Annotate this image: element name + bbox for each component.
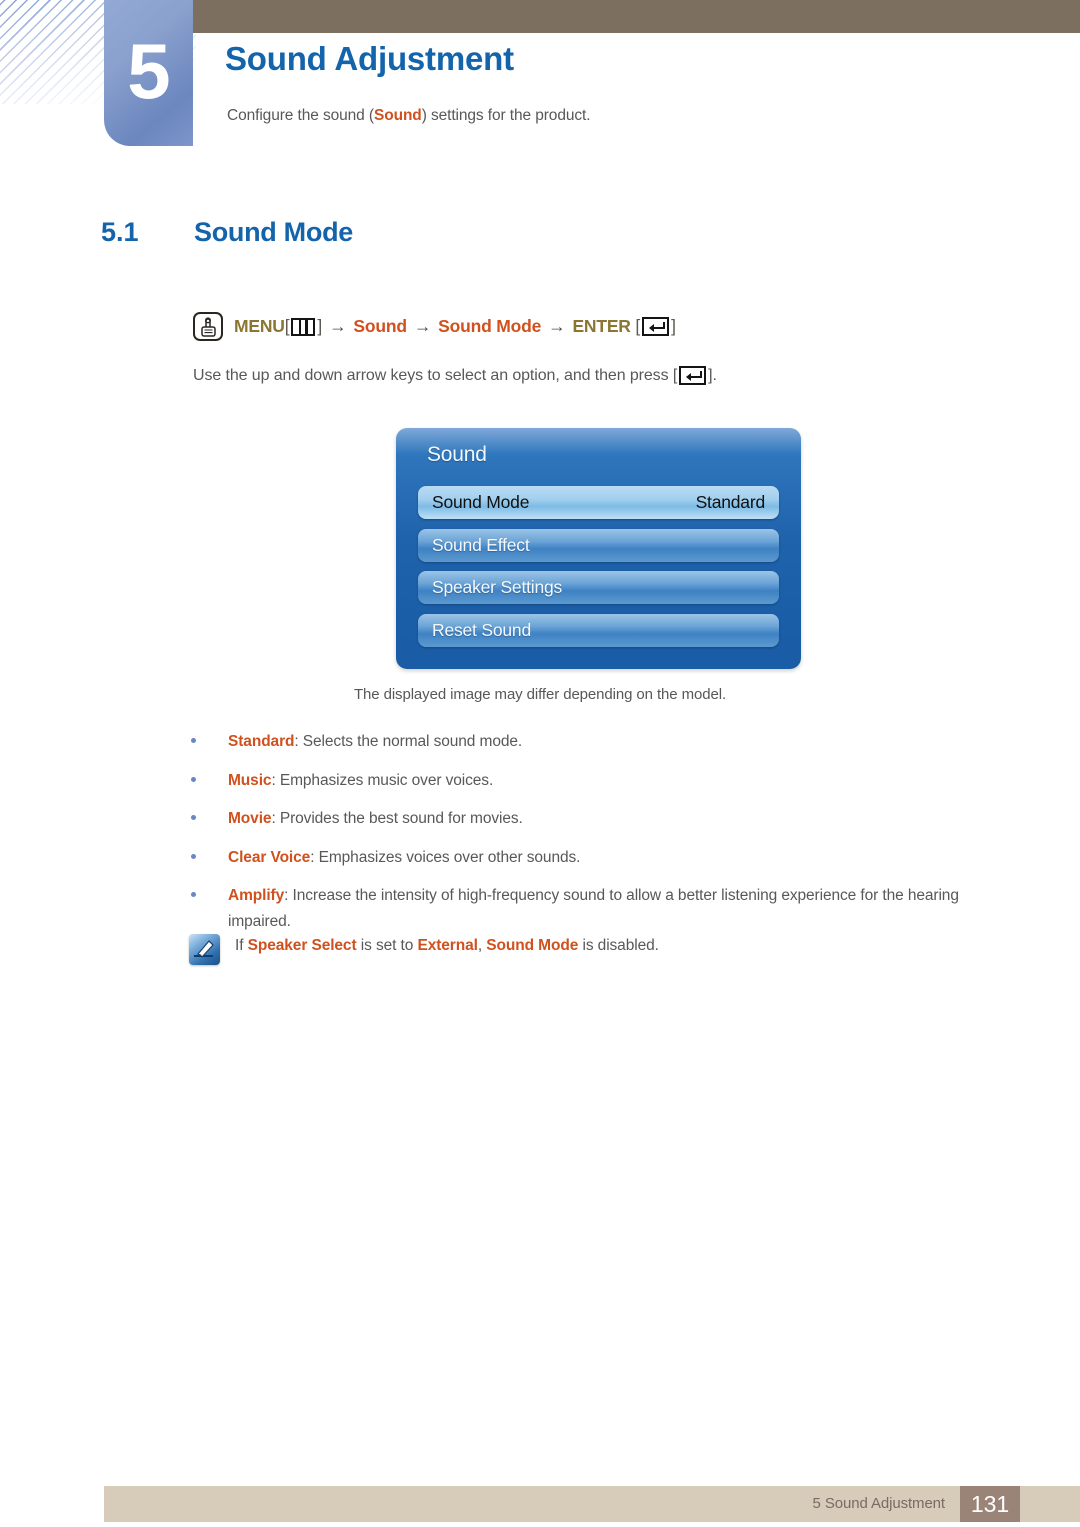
page-footer: 5 Sound Adjustment 131	[104, 1486, 1080, 1522]
chapter-number-block: 5	[104, 0, 193, 146]
chapter-subtitle-highlight: Sound	[373, 107, 422, 124]
instruction-text-after: ].	[708, 366, 717, 384]
path-step-sound: Sound	[353, 315, 407, 336]
bullet-desc: : Emphasizes music over voices.	[271, 771, 494, 789]
list-item: Standard: Selects the normal sound mode.	[191, 729, 1021, 755]
chapter-subtitle: Configure the sound (Sound) settings for…	[227, 107, 591, 125]
bullet-term: Movie	[228, 810, 272, 828]
bullet-term: Music	[228, 771, 272, 789]
header-brown-bar	[193, 0, 1080, 33]
menu-path-text: MENU[] → Sound → Sound Mode → ENTER [ ]	[234, 316, 676, 337]
list-item: Music: Emphasizes music over voices.	[191, 768, 1021, 794]
bullet-desc: : Increase the intensity of high-frequen…	[228, 887, 959, 931]
menu-key-icon	[291, 317, 316, 336]
path-step-sound-mode: Sound Mode	[438, 315, 542, 336]
sound-mode-option-list: Standard: Selects the normal sound mode.…	[191, 729, 1021, 948]
chapter-number: 5	[127, 27, 170, 115]
bullet-desc: : Emphasizes voices over other sounds.	[310, 848, 581, 866]
note-term-speaker-select: Speaker Select	[247, 937, 357, 954]
osd-row-value: Standard	[695, 492, 766, 512]
section-heading: 5.1 Sound Mode	[101, 217, 353, 248]
list-item: Movie: Provides the best sound for movie…	[191, 806, 1021, 832]
osd-row-label: Speaker Settings	[432, 577, 563, 597]
bracket-open-1: [	[284, 315, 290, 336]
menu-label: MENU	[234, 315, 285, 336]
bullet-term: Standard	[228, 733, 295, 750]
osd-row-reset-sound[interactable]: Reset Sound	[418, 614, 779, 647]
osd-row-label: Sound Mode	[432, 492, 530, 512]
footer-page-number: 131	[960, 1486, 1020, 1522]
menu-path: MENU[] → Sound → Sound Mode → ENTER [ ]	[193, 310, 676, 342]
bullet-term: Amplify	[228, 887, 285, 905]
instruction-text-before: Use the up and down arrow keys to select…	[193, 366, 678, 384]
note-seg-2: is set to	[356, 937, 418, 954]
note-seg-1: If	[235, 937, 248, 954]
note-text: If Speaker Select is set to External, So…	[235, 934, 659, 955]
enter-label: ENTER	[572, 315, 631, 336]
enter-key-icon	[642, 316, 670, 336]
note-term-external: External	[417, 937, 478, 954]
osd-caption: The displayed image may differ depending…	[353, 686, 727, 703]
footer-chapter-label: 5 Sound Adjustment	[812, 1495, 946, 1512]
osd-sound-menu: Sound Sound Mode Standard Sound Effect S…	[396, 428, 801, 669]
note-seg-4: is disabled.	[578, 937, 659, 954]
note-seg-3: ,	[477, 937, 487, 954]
bracket-close-2: ]	[671, 315, 676, 336]
osd-row-label: Sound Effect	[432, 535, 530, 555]
bracket-open-2: [	[635, 315, 641, 336]
note-pen-icon	[189, 934, 220, 965]
osd-row-label: Reset Sound	[432, 620, 531, 640]
path-arrow-2: →	[413, 315, 432, 336]
path-arrow-1: →	[329, 315, 347, 336]
path-arrow-3: →	[548, 315, 566, 336]
instruction-line: Use the up and down arrow keys to select…	[193, 366, 717, 385]
bullet-term: Clear Voice	[228, 848, 311, 866]
osd-row-speaker-settings[interactable]: Speaker Settings	[418, 571, 779, 604]
note-block: If Speaker Select is set to External, So…	[189, 934, 659, 965]
bullet-desc: : Provides the best sound for movies.	[271, 810, 523, 828]
list-item: Amplify: Increase the intensity of high-…	[191, 883, 1021, 935]
osd-title: Sound	[427, 443, 487, 466]
note-term-sound-mode: Sound Mode	[486, 937, 579, 954]
section-number: 5.1	[101, 217, 139, 247]
list-item: Clear Voice: Emphasizes voices over othe…	[191, 845, 1021, 871]
chapter-subtitle-post: ) settings for the product.	[421, 107, 591, 124]
bullet-desc: : Selects the normal sound mode.	[294, 733, 523, 750]
chapter-subtitle-pre: Configure the sound (	[227, 107, 374, 124]
osd-row-sound-mode[interactable]: Sound Mode Standard	[418, 486, 779, 519]
osd-row-sound-effect[interactable]: Sound Effect	[418, 529, 779, 562]
document-page: 5 Sound Adjustment Configure the sound (…	[0, 0, 1080, 1527]
section-title: Sound Mode	[194, 217, 353, 247]
hand-press-icon	[193, 311, 223, 341]
enter-key-icon	[679, 366, 707, 385]
chapter-title: Sound Adjustment	[225, 40, 514, 77]
